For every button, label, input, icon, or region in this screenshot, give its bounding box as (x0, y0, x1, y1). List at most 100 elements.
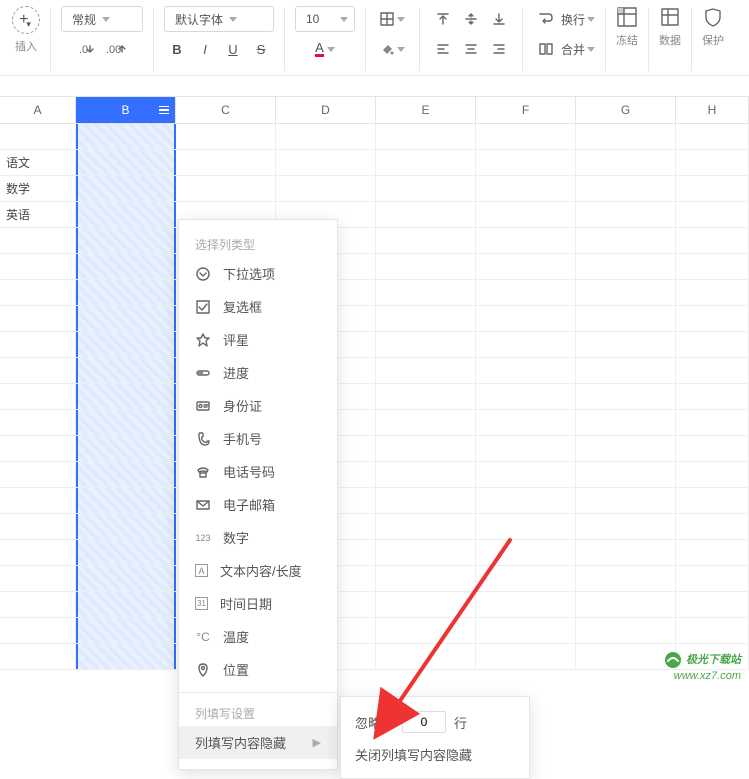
cell[interactable] (76, 176, 176, 201)
cell[interactable] (376, 150, 476, 175)
cell[interactable] (0, 332, 76, 357)
cell[interactable] (76, 488, 176, 513)
cell[interactable] (0, 410, 76, 435)
cell[interactable] (476, 488, 576, 513)
cell[interactable] (0, 384, 76, 409)
cell[interactable] (576, 358, 676, 383)
strike-button[interactable]: S (248, 36, 274, 62)
cell[interactable] (476, 150, 576, 175)
cell[interactable] (76, 150, 176, 175)
cell[interactable] (0, 514, 76, 539)
cell[interactable] (76, 280, 176, 305)
cell[interactable] (676, 566, 749, 591)
protect-group[interactable]: 保护 (698, 6, 728, 48)
cell[interactable] (576, 436, 676, 461)
align-left-button[interactable] (430, 36, 456, 62)
cell[interactable] (376, 592, 476, 617)
mi-text[interactable]: A文本内容/长度 (179, 554, 337, 587)
mi-checkbox[interactable]: 复选框 (179, 290, 337, 323)
cell[interactable] (576, 384, 676, 409)
cell[interactable]: 语文 (0, 150, 76, 175)
cell[interactable] (376, 124, 476, 149)
wrap-button[interactable] (533, 6, 559, 32)
cell[interactable] (76, 332, 176, 357)
cell[interactable] (0, 228, 76, 253)
cell[interactable] (676, 358, 749, 383)
cell[interactable] (676, 332, 749, 357)
cell[interactable] (476, 540, 576, 565)
cell[interactable] (76, 306, 176, 331)
cell[interactable] (376, 306, 476, 331)
mi-rating[interactable]: 评星 (179, 323, 337, 356)
cell[interactable] (176, 124, 276, 149)
cell[interactable] (76, 436, 176, 461)
merge-button[interactable] (533, 36, 559, 62)
cell[interactable] (276, 176, 376, 201)
freeze-group[interactable]: 冻结 (612, 6, 642, 48)
valign-bot-button[interactable] (486, 6, 512, 32)
cell[interactable] (0, 592, 76, 617)
cell[interactable] (476, 306, 576, 331)
mi-temperature[interactable]: °C温度 (179, 620, 337, 653)
cell[interactable] (76, 514, 176, 539)
cell[interactable] (676, 254, 749, 279)
col-header-G[interactable]: G (576, 97, 676, 123)
cell[interactable] (676, 514, 749, 539)
cell[interactable] (576, 332, 676, 357)
align-center-button[interactable] (458, 36, 484, 62)
cell[interactable] (0, 254, 76, 279)
cell[interactable] (476, 358, 576, 383)
cell[interactable] (376, 176, 476, 201)
mi-number[interactable]: 123数字 (179, 521, 337, 554)
valign-top-button[interactable] (430, 6, 456, 32)
cell[interactable] (476, 332, 576, 357)
cell[interactable] (676, 488, 749, 513)
cell[interactable] (376, 566, 476, 591)
cell[interactable] (576, 176, 676, 201)
cell[interactable] (176, 150, 276, 175)
cell[interactable] (276, 124, 376, 149)
cell[interactable] (376, 254, 476, 279)
cell[interactable] (376, 462, 476, 487)
cell[interactable] (676, 540, 749, 565)
cell[interactable] (476, 384, 576, 409)
cell[interactable] (76, 124, 176, 149)
cell[interactable] (76, 566, 176, 591)
cell[interactable] (376, 514, 476, 539)
cell[interactable] (576, 514, 676, 539)
cell[interactable] (76, 462, 176, 487)
cell[interactable] (676, 462, 749, 487)
align-right-button[interactable] (486, 36, 512, 62)
cell[interactable] (0, 540, 76, 565)
col-header-H[interactable]: H (676, 97, 749, 123)
decimal-decrease-button[interactable]: .0 (74, 36, 100, 62)
col-header-A[interactable]: A (0, 97, 76, 123)
cell[interactable] (376, 228, 476, 253)
cell[interactable] (476, 566, 576, 591)
cell[interactable] (76, 592, 176, 617)
cell[interactable] (476, 202, 576, 227)
mi-email[interactable]: 电子邮箱 (179, 488, 337, 521)
col-header-B[interactable]: B (76, 97, 176, 123)
cell[interactable] (576, 644, 676, 669)
cell[interactable] (476, 436, 576, 461)
cell[interactable]: 英语 (0, 202, 76, 227)
cell[interactable] (576, 280, 676, 305)
valign-mid-button[interactable] (458, 6, 484, 32)
cell[interactable] (0, 124, 76, 149)
cell[interactable] (576, 618, 676, 643)
cell[interactable] (0, 462, 76, 487)
cell[interactable] (476, 254, 576, 279)
cell[interactable] (676, 384, 749, 409)
cell[interactable] (476, 592, 576, 617)
cell[interactable] (0, 488, 76, 513)
cell[interactable] (0, 436, 76, 461)
cell[interactable] (376, 280, 476, 305)
font-color-button[interactable]: A (311, 36, 339, 62)
cell[interactable] (676, 618, 749, 643)
data-group[interactable]: 数据 (655, 6, 685, 48)
cell[interactable] (176, 176, 276, 201)
cell[interactable] (76, 410, 176, 435)
mi-idcard[interactable]: 身份证 (179, 389, 337, 422)
cell[interactable] (376, 488, 476, 513)
